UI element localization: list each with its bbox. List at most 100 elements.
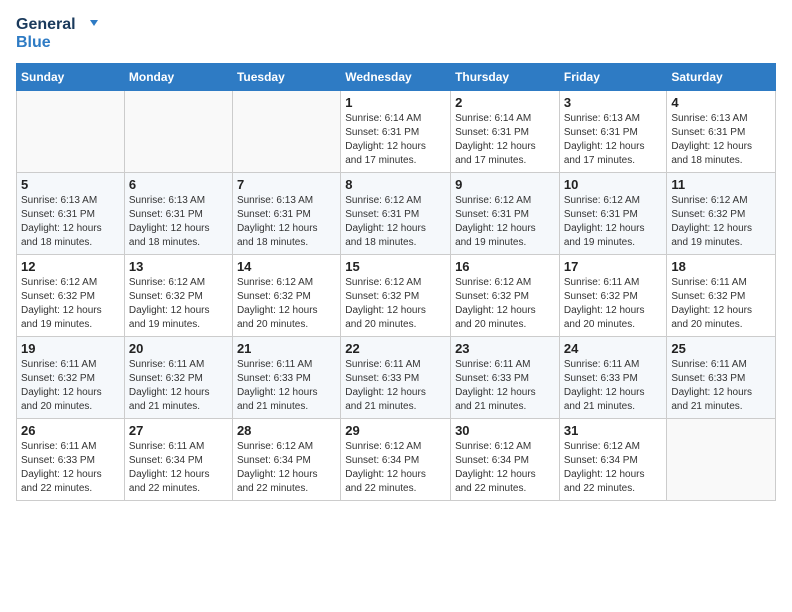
day-info: Sunrise: 6:11 AM Sunset: 6:32 PM Dayligh… <box>129 358 228 414</box>
day-number: 14 <box>237 259 336 274</box>
day-number: 27 <box>129 423 228 438</box>
calendar-cell: 4 Sunrise: 6:13 AM Sunset: 6:31 PM Daylig… <box>667 91 776 173</box>
day-info: Sunrise: 6:11 AM Sunset: 6:33 PM Dayligh… <box>455 358 555 414</box>
days-header-row: SundayMondayTuesdayWednesdayThursdayFrid… <box>17 64 776 91</box>
day-number: 19 <box>21 341 120 356</box>
calendar-cell: 31 Sunrise: 6:12 AM Sunset: 6:34 PM Dayli… <box>559 419 667 501</box>
calendar-cell: 3Sunrise: 6:13 AM Sunset: 6:31 PM Daylig… <box>559 91 667 173</box>
calendar-cell: 21 Sunrise: 6:11 AM Sunset: 6:33 PM Dayli… <box>232 337 340 419</box>
day-number: 4 <box>671 95 771 110</box>
day-info: Sunrise: 6:12 AM Sunset: 6:31 PM Dayligh… <box>345 194 446 250</box>
day-number: 28 <box>237 423 336 438</box>
day-info: Sunrise: 6:12 AM Sunset: 6:32 PM Dayligh… <box>455 276 555 332</box>
calendar-cell: 5 Sunrise: 6:13 AM Sunset: 6:31 PM Daylig… <box>17 173 125 255</box>
week-row-3: 12 Sunrise: 6:12 AM Sunset: 6:32 PM Dayli… <box>17 255 776 337</box>
calendar-cell: 2Sunrise: 6:14 AM Sunset: 6:31 PM Daylig… <box>451 91 560 173</box>
day-info: Sunrise: 6:13 AM Sunset: 6:31 PM Dayligh… <box>671 112 771 168</box>
day-number: 5 <box>21 177 120 192</box>
day-header-sunday: Sunday <box>17 64 125 91</box>
day-info: Sunrise: 6:14 AM Sunset: 6:31 PM Dayligh… <box>345 112 446 168</box>
day-number: 16 <box>455 259 555 274</box>
day-number: 18 <box>671 259 771 274</box>
calendar-cell: 19 Sunrise: 6:11 AM Sunset: 6:32 PM Dayli… <box>17 337 125 419</box>
calendar-cell: 1Sunrise: 6:14 AM Sunset: 6:31 PM Daylig… <box>341 91 451 173</box>
day-number: 31 <box>564 423 663 438</box>
day-number: 9 <box>455 177 555 192</box>
calendar-cell: 10 Sunrise: 6:12 AM Sunset: 6:31 PM Dayli… <box>559 173 667 255</box>
calendar-cell: 23Sunrise: 6:11 AM Sunset: 6:33 PM Dayli… <box>451 337 560 419</box>
day-info: Sunrise: 6:11 AM Sunset: 6:32 PM Dayligh… <box>21 358 120 414</box>
calendar-cell: 12 Sunrise: 6:12 AM Sunset: 6:32 PM Dayli… <box>17 255 125 337</box>
day-number: 7 <box>237 177 336 192</box>
calendar-cell: 16 Sunrise: 6:12 AM Sunset: 6:32 PM Dayli… <box>451 255 560 337</box>
day-number: 25 <box>671 341 771 356</box>
day-info: Sunrise: 6:11 AM Sunset: 6:34 PM Dayligh… <box>129 440 228 496</box>
day-info: Sunrise: 6:12 AM Sunset: 6:34 PM Dayligh… <box>455 440 555 496</box>
calendar-cell: 9 Sunrise: 6:12 AM Sunset: 6:31 PM Daylig… <box>451 173 560 255</box>
day-info: Sunrise: 6:12 AM Sunset: 6:32 PM Dayligh… <box>237 276 336 332</box>
calendar-cell: 26 Sunrise: 6:11 AM Sunset: 6:33 PM Dayli… <box>17 419 125 501</box>
day-info: Sunrise: 6:11 AM Sunset: 6:33 PM Dayligh… <box>21 440 120 496</box>
day-number: 3 <box>564 95 663 110</box>
day-number: 12 <box>21 259 120 274</box>
calendar-cell: 25Sunrise: 6:11 AM Sunset: 6:33 PM Dayli… <box>667 337 776 419</box>
day-number: 11 <box>671 177 771 192</box>
day-info: Sunrise: 6:12 AM Sunset: 6:32 PM Dayligh… <box>129 276 228 332</box>
day-header-saturday: Saturday <box>667 64 776 91</box>
calendar-cell: 29Sunrise: 6:12 AM Sunset: 6:34 PM Dayli… <box>341 419 451 501</box>
calendar-cell: 8Sunrise: 6:12 AM Sunset: 6:31 PM Daylig… <box>341 173 451 255</box>
day-info: Sunrise: 6:12 AM Sunset: 6:34 PM Dayligh… <box>564 440 663 496</box>
calendar-cell: 6 Sunrise: 6:13 AM Sunset: 6:31 PM Daylig… <box>124 173 232 255</box>
day-info: Sunrise: 6:11 AM Sunset: 6:33 PM Dayligh… <box>237 358 336 414</box>
calendar-cell: 11Sunrise: 6:12 AM Sunset: 6:32 PM Dayli… <box>667 173 776 255</box>
day-info: Sunrise: 6:11 AM Sunset: 6:32 PM Dayligh… <box>671 276 771 332</box>
day-info: Sunrise: 6:11 AM Sunset: 6:32 PM Dayligh… <box>564 276 663 332</box>
day-number: 13 <box>129 259 228 274</box>
day-info: Sunrise: 6:14 AM Sunset: 6:31 PM Dayligh… <box>455 112 555 168</box>
week-row-2: 5 Sunrise: 6:13 AM Sunset: 6:31 PM Daylig… <box>17 173 776 255</box>
day-header-wednesday: Wednesday <box>341 64 451 91</box>
day-header-monday: Monday <box>124 64 232 91</box>
day-info: Sunrise: 6:13 AM Sunset: 6:31 PM Dayligh… <box>237 194 336 250</box>
day-info: Sunrise: 6:12 AM Sunset: 6:31 PM Dayligh… <box>455 194 555 250</box>
calendar-cell: 13 Sunrise: 6:12 AM Sunset: 6:32 PM Dayli… <box>124 255 232 337</box>
logo-bird-icon <box>80 18 98 32</box>
day-info: Sunrise: 6:12 AM Sunset: 6:32 PM Dayligh… <box>345 276 446 332</box>
page-header: General Blue <box>16 16 776 51</box>
day-number: 6 <box>129 177 228 192</box>
day-info: Sunrise: 6:13 AM Sunset: 6:31 PM Dayligh… <box>21 194 120 250</box>
week-row-1: 1Sunrise: 6:14 AM Sunset: 6:31 PM Daylig… <box>17 91 776 173</box>
logo: General Blue <box>16 16 98 51</box>
logo-line1: General <box>16 16 98 34</box>
calendar-cell <box>667 419 776 501</box>
day-header-thursday: Thursday <box>451 64 560 91</box>
calendar-cell: 17 Sunrise: 6:11 AM Sunset: 6:32 PM Dayli… <box>559 255 667 337</box>
day-number: 15 <box>345 259 446 274</box>
calendar-cell: 22Sunrise: 6:11 AM Sunset: 6:33 PM Dayli… <box>341 337 451 419</box>
day-number: 17 <box>564 259 663 274</box>
day-info: Sunrise: 6:11 AM Sunset: 6:33 PM Dayligh… <box>564 358 663 414</box>
day-info: Sunrise: 6:12 AM Sunset: 6:32 PM Dayligh… <box>21 276 120 332</box>
calendar-cell: 15 Sunrise: 6:12 AM Sunset: 6:32 PM Dayli… <box>341 255 451 337</box>
calendar-cell <box>232 91 340 173</box>
day-number: 20 <box>129 341 228 356</box>
day-info: Sunrise: 6:12 AM Sunset: 6:31 PM Dayligh… <box>564 194 663 250</box>
day-number: 22 <box>345 341 446 356</box>
day-number: 26 <box>21 423 120 438</box>
calendar-cell: 7 Sunrise: 6:13 AM Sunset: 6:31 PM Daylig… <box>232 173 340 255</box>
week-row-4: 19 Sunrise: 6:11 AM Sunset: 6:32 PM Dayli… <box>17 337 776 419</box>
day-number: 10 <box>564 177 663 192</box>
calendar-cell: 28Sunrise: 6:12 AM Sunset: 6:34 PM Dayli… <box>232 419 340 501</box>
day-number: 21 <box>237 341 336 356</box>
day-number: 29 <box>345 423 446 438</box>
day-header-friday: Friday <box>559 64 667 91</box>
logo-line2: Blue <box>16 34 98 52</box>
calendar-cell: 27 Sunrise: 6:11 AM Sunset: 6:34 PM Dayli… <box>124 419 232 501</box>
calendar-cell: 14 Sunrise: 6:12 AM Sunset: 6:32 PM Dayli… <box>232 255 340 337</box>
week-row-5: 26 Sunrise: 6:11 AM Sunset: 6:33 PM Dayli… <box>17 419 776 501</box>
calendar-table: SundayMondayTuesdayWednesdayThursdayFrid… <box>16 63 776 501</box>
day-info: Sunrise: 6:13 AM Sunset: 6:31 PM Dayligh… <box>129 194 228 250</box>
day-number: 30 <box>455 423 555 438</box>
calendar-cell: 18 Sunrise: 6:11 AM Sunset: 6:32 PM Dayli… <box>667 255 776 337</box>
day-header-tuesday: Tuesday <box>232 64 340 91</box>
